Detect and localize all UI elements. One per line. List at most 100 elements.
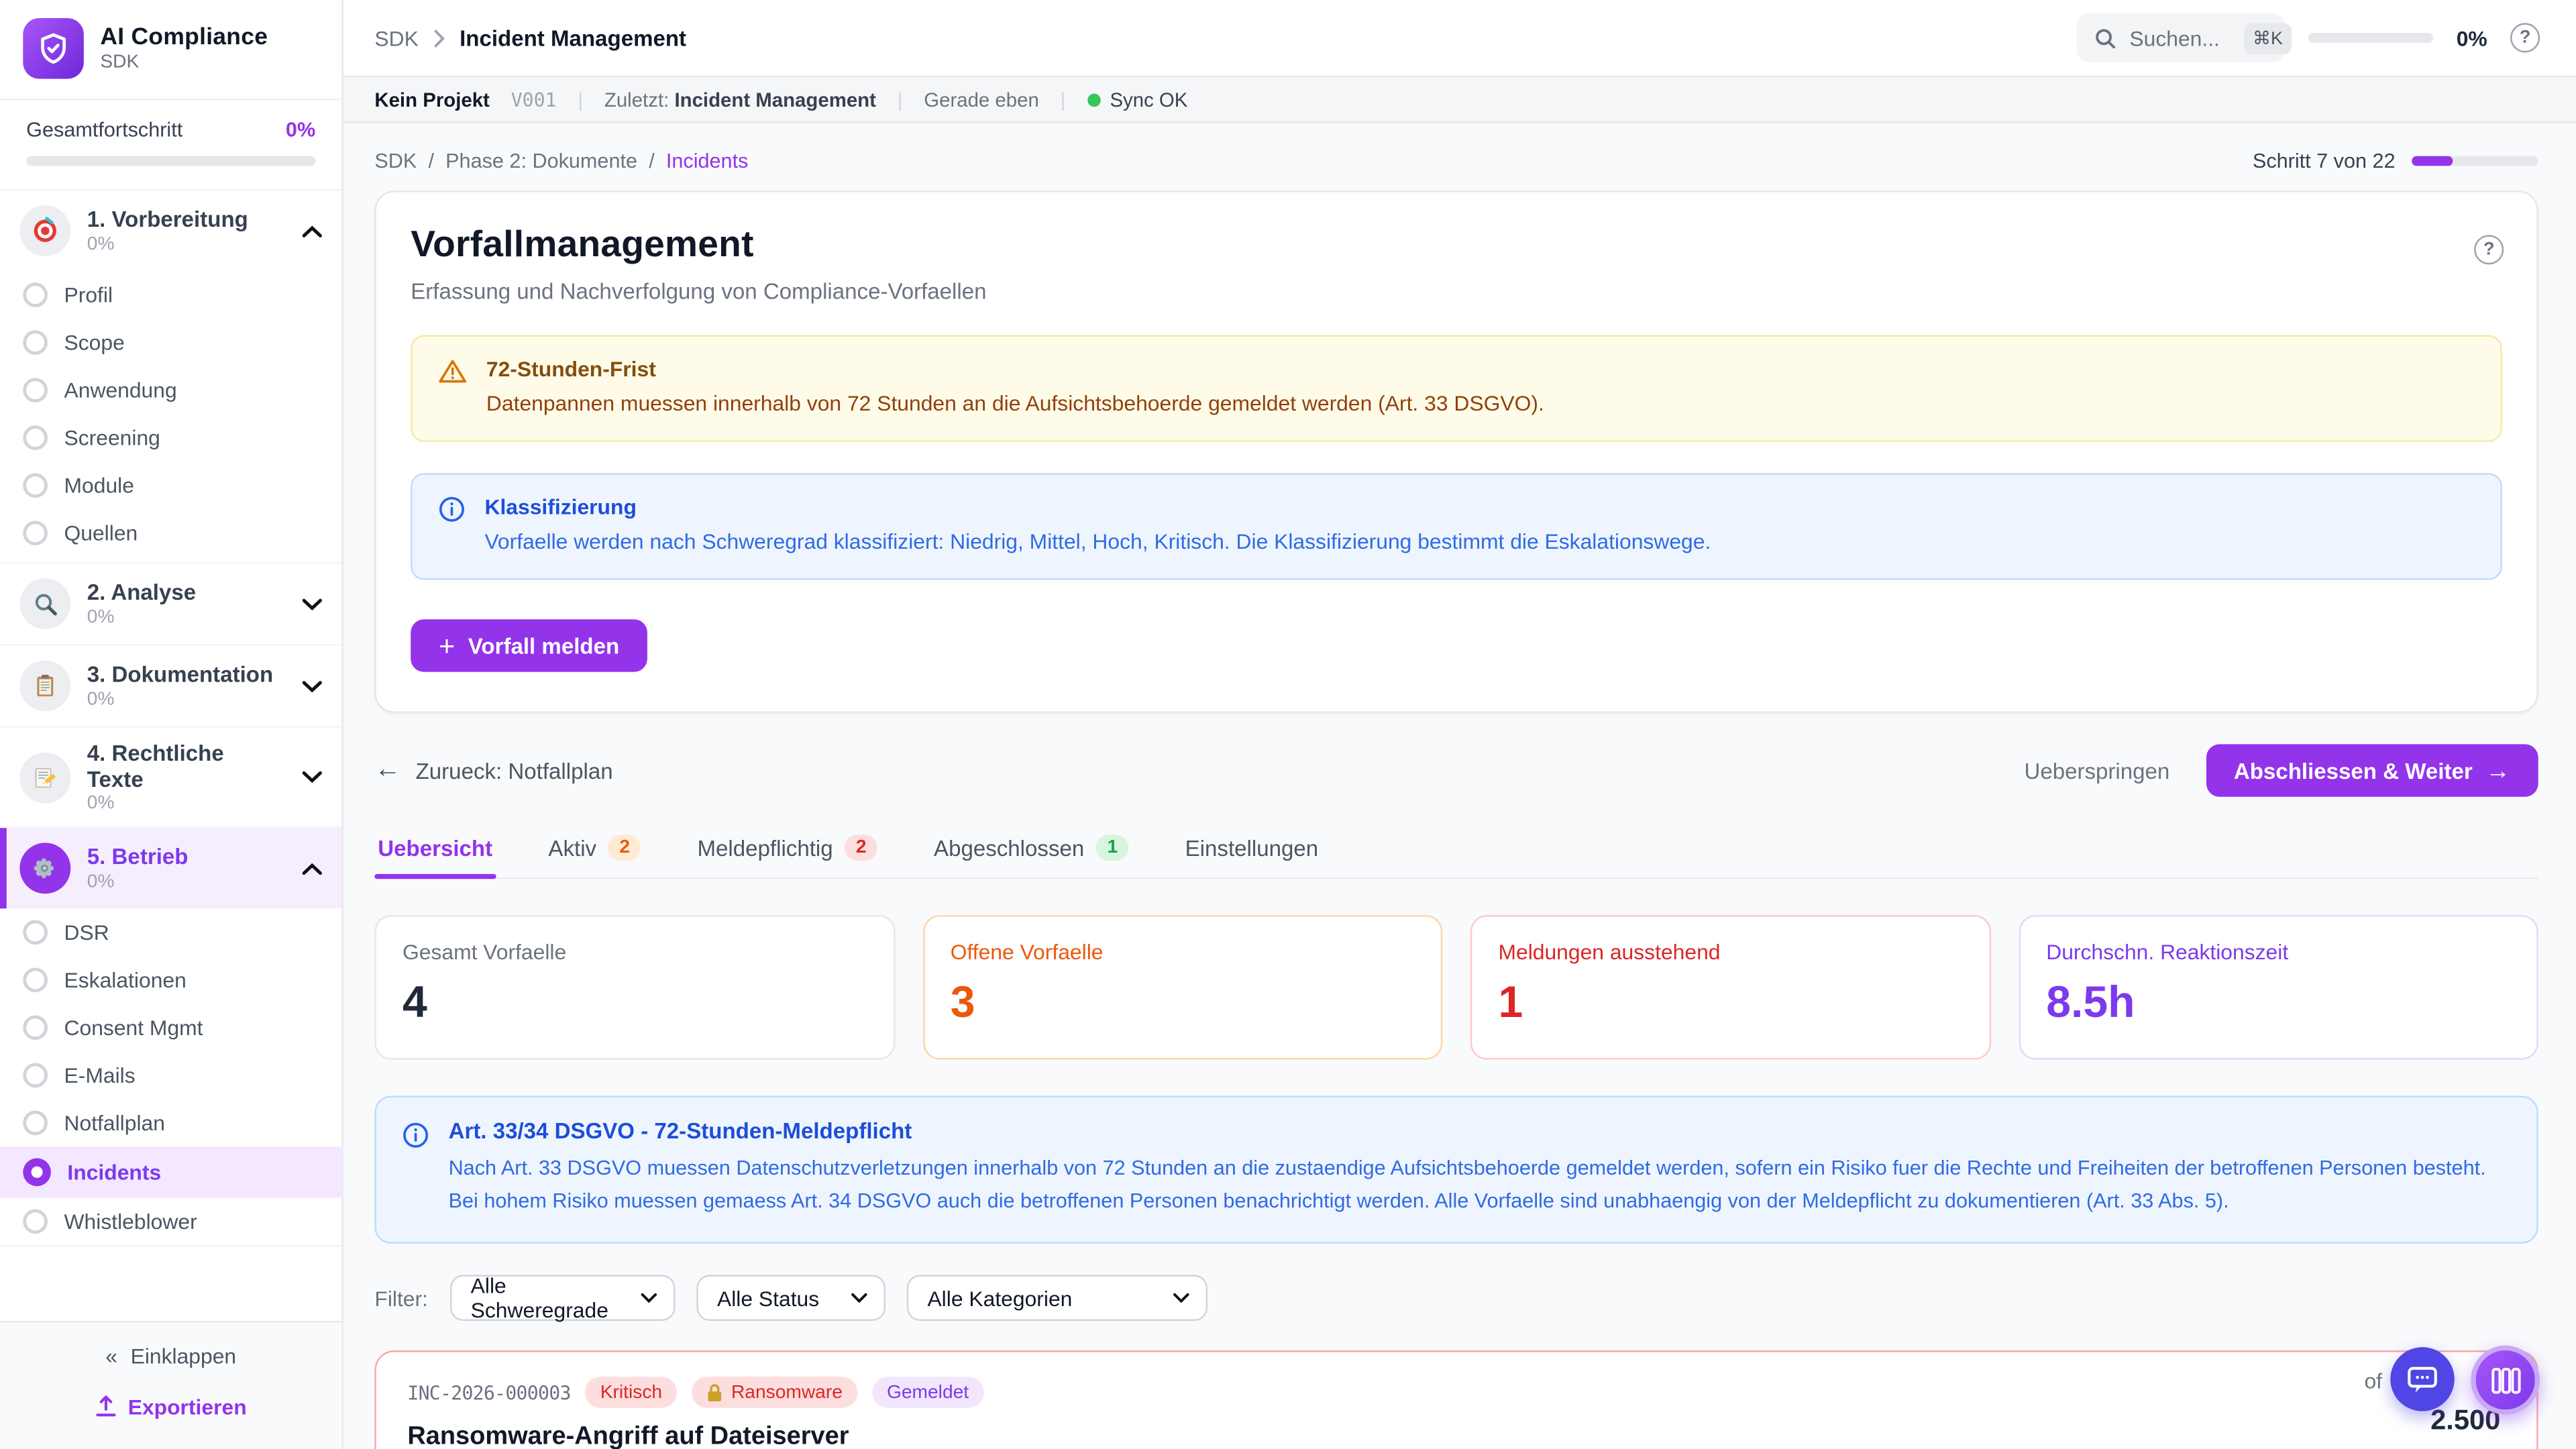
main-area: SDK Incident Management ⌘K 0% ? Kein Pro… — [343, 0, 2576, 1449]
help-icon[interactable]: ? — [2510, 23, 2540, 52]
chevron-up-icon — [303, 224, 322, 237]
report-incident-button[interactable]: + Vorfall melden — [411, 620, 647, 672]
filter-label: Filter: — [374, 1286, 428, 1311]
app-logo — [23, 18, 84, 79]
sidebar-section-rechtliche-texte[interactable]: 4. Rechtliche Texte 0% — [0, 728, 341, 826]
crumb-incidents: Incidents — [666, 150, 749, 172]
status-badge: Gemeldet — [872, 1377, 983, 1409]
info-body: Vorfaelle werden nach Schweregrad klassi… — [484, 528, 1711, 558]
page-subtitle: Erfassung und Nachverfolgung von Complia… — [411, 279, 2502, 304]
tab-meldepflichtig[interactable]: Meldepflichtig2 — [694, 832, 881, 878]
sidebar-item-eskalationen[interactable]: Eskalationen — [0, 956, 341, 1004]
sidebar-item-profil[interactable]: Profil — [0, 271, 341, 319]
info-circle-icon — [439, 496, 465, 557]
sidebar-section-vorbereitung[interactable]: 1. Vorbereitung 0% — [0, 191, 341, 271]
sidebar-item-module[interactable]: Module — [0, 462, 341, 509]
category-filter-select[interactable]: Alle Kategorien — [906, 1275, 1207, 1322]
radio-icon — [23, 968, 48, 993]
filter-row: Filter: Alle Schweregrade Alle Status Al… — [374, 1275, 2538, 1322]
law-info-box: Art. 33/34 DSGVO - 72-Stunden-Meldepflic… — [374, 1096, 2538, 1244]
top-bar: SDK Incident Management ⌘K 0% ? — [343, 0, 2576, 77]
radio-icon — [23, 1210, 48, 1234]
overall-progress-bar — [26, 156, 315, 166]
sync-ok-dot — [1087, 93, 1100, 106]
search-input[interactable] — [2129, 25, 2231, 50]
sidebar-header: AI Compliance SDK — [0, 0, 341, 100]
export-button[interactable]: Exportieren — [95, 1394, 247, 1419]
columns-icon — [2489, 1366, 2521, 1394]
step-progress-bar — [2412, 156, 2538, 166]
sidebar-item-consent-mgmt[interactable]: Consent Mgmt — [0, 1004, 341, 1051]
section-pct: 0% — [87, 872, 189, 892]
chat-fab-button[interactable] — [2390, 1347, 2455, 1411]
sync-status: Sync OK — [1087, 88, 1187, 111]
radio-selected-icon — [23, 1159, 51, 1187]
radio-icon — [23, 378, 48, 402]
incident-card[interactable]: INC-2026-000003 Kritisch Ransomware Geme… — [374, 1350, 2538, 1449]
version-tag: V001 — [511, 88, 557, 111]
tab-bar: Uebersicht Aktiv2 Meldepflichtig2 Abgesc… — [374, 832, 2538, 879]
plus-icon: + — [439, 633, 455, 661]
sidebar-item-anwendung[interactable]: Anwendung — [0, 366, 341, 414]
search-icon — [2095, 27, 2116, 48]
tab-aktiv[interactable]: Aktiv2 — [545, 832, 645, 878]
overall-progress-label: Gesamtfortschritt — [26, 118, 182, 141]
sidebar-item-whistleblower[interactable]: Whistleblower — [0, 1197, 341, 1245]
overall-progress-value: 0% — [286, 118, 315, 141]
step-progress: Schritt 7 von 22 — [2253, 150, 2538, 172]
stat-cards: Gesamt Vorfaelle 4 Offene Vorfaelle 3 Me… — [374, 916, 2538, 1061]
page-help-icon[interactable]: ? — [2474, 235, 2504, 264]
tab-count-badge: 2 — [845, 835, 878, 861]
page-title: Vorfallmanagement — [411, 223, 2502, 266]
chevron-down-icon — [303, 597, 322, 610]
search-box[interactable]: ⌘K — [2077, 13, 2286, 62]
sidebar-item-notfallplan[interactable]: Notfallplan — [0, 1099, 341, 1146]
severity-filter-select[interactable]: Alle Schweregrade — [449, 1275, 675, 1322]
crumb-phase[interactable]: Phase 2: Dokumente — [445, 150, 637, 172]
page-header-card: Vorfallmanagement ? Erfassung und Nachve… — [374, 191, 2538, 714]
sidebar-item-quellen[interactable]: Quellen — [0, 509, 341, 561]
back-link[interactable]: ← Zurueck: Notfallplan — [374, 756, 612, 786]
incident-id: INC-2026-000003 — [407, 1381, 570, 1404]
arrow-left-icon: ← — [374, 756, 400, 786]
crumb-separator: / — [428, 150, 434, 172]
sidebar-section-betrieb[interactable]: 5. Betrieb 0% — [0, 828, 341, 908]
breadcrumb: SDK Incident Management — [374, 25, 686, 50]
tab-abgeschlossen[interactable]: Abgeschlossen1 — [930, 832, 1132, 878]
tab-uebersicht[interactable]: Uebersicht — [374, 832, 496, 878]
complete-next-button[interactable]: Abschliessen & Weiter → — [2206, 745, 2538, 797]
collapse-chevrons-icon: « — [105, 1343, 117, 1368]
law-body: Nach Art. 33 DSGVO muessen Datenschutzve… — [449, 1154, 2510, 1218]
sidebar-item-incidents[interactable]: Incidents — [0, 1146, 341, 1197]
overall-progress: Gesamtfortschritt 0% — [0, 100, 341, 191]
sidebar-item-scope[interactable]: Scope — [0, 319, 341, 366]
status-bar: Kein Projekt V001 | Zuletzt: Incident Ma… — [343, 77, 2576, 123]
gear-icon — [19, 843, 70, 894]
divider: | — [1061, 88, 1066, 111]
sidebar-item-screening[interactable]: Screening — [0, 414, 341, 462]
top-progress-value: 0% — [2457, 25, 2487, 50]
app-title: AI Compliance — [100, 25, 268, 51]
radio-icon — [23, 282, 48, 307]
incident-title: Ransomware-Angriff auf Dateiserver — [407, 1423, 2505, 1449]
sidebar-section-analyse[interactable]: 2. Analyse 0% — [0, 564, 341, 644]
sidebar-section-dokumentation[interactable]: 3. Dokumentation 0% — [0, 645, 341, 726]
crumb-separator: / — [649, 150, 655, 172]
section-label: 1. Vorbereitung — [87, 207, 248, 233]
chat-bubble-icon — [2407, 1364, 2438, 1394]
stat-avg-reaction-time: Durchschn. Reaktionszeit 8.5h — [2019, 916, 2538, 1061]
radio-icon — [23, 1111, 48, 1136]
crumb-sdk[interactable]: SDK — [374, 150, 417, 172]
sidebar-item-dsr[interactable]: DSR — [0, 908, 341, 956]
collapse-sidebar-button[interactable]: « Einklappen — [105, 1343, 236, 1368]
shield-check-icon — [36, 32, 70, 66]
sidebar-item-emails[interactable]: E-Mails — [0, 1051, 341, 1099]
board-view-fab-button[interactable] — [2471, 1346, 2540, 1415]
status-filter-select[interactable]: Alle Status — [696, 1275, 885, 1322]
radio-icon — [23, 920, 48, 945]
page-breadcrumb: SDK / Phase 2: Dokumente / Incidents Sch… — [374, 150, 2538, 172]
tab-einstellungen[interactable]: Einstellungen — [1182, 832, 1322, 878]
skip-button[interactable]: Ueberspringen — [2024, 759, 2169, 784]
section-label: 5. Betrieb — [87, 845, 189, 870]
breadcrumb-root[interactable]: SDK — [374, 25, 418, 50]
